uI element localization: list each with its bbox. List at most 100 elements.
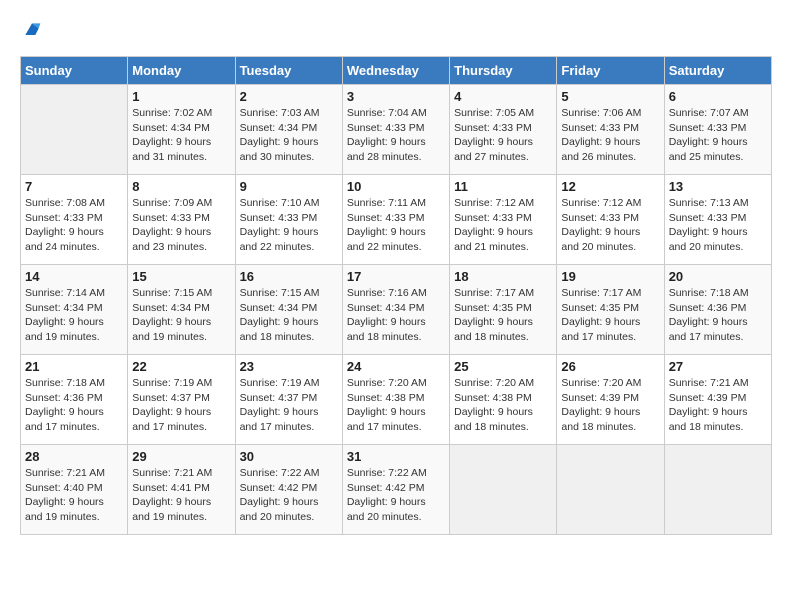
day-info: Sunrise: 7:21 AMSunset: 4:41 PMDaylight:…: [132, 466, 230, 525]
calendar-cell: 20 Sunrise: 7:18 AMSunset: 4:36 PMDayligh…: [664, 265, 771, 355]
day-header-saturday: Saturday: [664, 57, 771, 85]
day-header-tuesday: Tuesday: [235, 57, 342, 85]
calendar-cell: 12Sunrise: 7:12 AMSunset: 4:33 PMDayligh…: [557, 175, 664, 265]
calendar-week-row: 28 Sunrise: 7:21 AMSunset: 4:40 PMDayligh…: [21, 445, 772, 535]
calendar-cell: 24 Sunrise: 7:20 AMSunset: 4:38 PMDayligh…: [342, 355, 449, 445]
day-number: 31: [347, 449, 445, 464]
day-info: Sunrise: 7:18 AMSunset: 4:36 PMDaylight:…: [25, 376, 123, 435]
calendar-cell: 25 Sunrise: 7:20 AMSunset: 4:38 PMDayligh…: [450, 355, 557, 445]
calendar-cell: 31 Sunrise: 7:22 AMSunset: 4:42 PMDayligh…: [342, 445, 449, 535]
day-info: Sunrise: 7:17 AMSunset: 4:35 PMDaylight:…: [561, 286, 659, 345]
day-info: Sunrise: 7:19 AMSunset: 4:37 PMDaylight:…: [132, 376, 230, 435]
day-info: Sunrise: 7:12 AMSunset: 4:33 PMDaylight:…: [561, 196, 659, 255]
calendar-cell: 19 Sunrise: 7:17 AMSunset: 4:35 PMDayligh…: [557, 265, 664, 355]
calendar-cell: 27 Sunrise: 7:21 AMSunset: 4:39 PMDayligh…: [664, 355, 771, 445]
day-number: 22: [132, 359, 230, 374]
day-info: Sunrise: 7:21 AMSunset: 4:40 PMDaylight:…: [25, 466, 123, 525]
day-number: 5: [561, 89, 659, 104]
day-number: 10: [347, 179, 445, 194]
calendar-cell: 3Sunrise: 7:04 AMSunset: 4:33 PMDaylight…: [342, 85, 449, 175]
calendar-cell: [664, 445, 771, 535]
day-number: 1: [132, 89, 230, 104]
calendar-cell: [450, 445, 557, 535]
calendar-cell: 13 Sunrise: 7:13 AMSunset: 4:33 PMDayligh…: [664, 175, 771, 265]
day-number: 15: [132, 269, 230, 284]
day-number: 29: [132, 449, 230, 464]
calendar-cell: 9 Sunrise: 7:10 AMSunset: 4:33 PMDaylight…: [235, 175, 342, 265]
calendar-header-row: SundayMondayTuesdayWednesdayThursdayFrid…: [21, 57, 772, 85]
day-info: Sunrise: 7:20 AMSunset: 4:39 PMDaylight:…: [561, 376, 659, 435]
calendar-cell: 17Sunrise: 7:16 AMSunset: 4:34 PMDayligh…: [342, 265, 449, 355]
day-number: 8: [132, 179, 230, 194]
day-number: 2: [240, 89, 338, 104]
day-info: Sunrise: 7:03 AMSunset: 4:34 PMDaylight:…: [240, 106, 338, 165]
calendar-table: SundayMondayTuesdayWednesdayThursdayFrid…: [20, 56, 772, 535]
day-number: 9: [240, 179, 338, 194]
day-info: Sunrise: 7:10 AMSunset: 4:33 PMDaylight:…: [240, 196, 338, 255]
calendar-cell: 29 Sunrise: 7:21 AMSunset: 4:41 PMDayligh…: [128, 445, 235, 535]
calendar-cell: 16 Sunrise: 7:15 AMSunset: 4:34 PMDayligh…: [235, 265, 342, 355]
day-number: 28: [25, 449, 123, 464]
day-number: 27: [669, 359, 767, 374]
day-info: Sunrise: 7:13 AMSunset: 4:33 PMDaylight:…: [669, 196, 767, 255]
day-number: 16: [240, 269, 338, 284]
calendar-cell: 11 Sunrise: 7:12 AMSunset: 4:33 PMDayligh…: [450, 175, 557, 265]
day-info: Sunrise: 7:12 AMSunset: 4:33 PMDaylight:…: [454, 196, 552, 255]
day-number: 30: [240, 449, 338, 464]
day-number: 19: [561, 269, 659, 284]
day-header-monday: Monday: [128, 57, 235, 85]
calendar-cell: 18Sunrise: 7:17 AMSunset: 4:35 PMDayligh…: [450, 265, 557, 355]
calendar-cell: 6 Sunrise: 7:07 AMSunset: 4:33 PMDaylight…: [664, 85, 771, 175]
calendar-cell: 28 Sunrise: 7:21 AMSunset: 4:40 PMDayligh…: [21, 445, 128, 535]
day-info: Sunrise: 7:21 AMSunset: 4:39 PMDaylight:…: [669, 376, 767, 435]
day-number: 20: [669, 269, 767, 284]
calendar-cell: 1 Sunrise: 7:02 AMSunset: 4:34 PMDaylight…: [128, 85, 235, 175]
day-number: 13: [669, 179, 767, 194]
calendar-week-row: 1 Sunrise: 7:02 AMSunset: 4:34 PMDaylight…: [21, 85, 772, 175]
day-info: Sunrise: 7:14 AMSunset: 4:34 PMDaylight:…: [25, 286, 123, 345]
day-header-wednesday: Wednesday: [342, 57, 449, 85]
day-info: Sunrise: 7:15 AMSunset: 4:34 PMDaylight:…: [240, 286, 338, 345]
day-number: 21: [25, 359, 123, 374]
day-number: 25: [454, 359, 552, 374]
calendar-cell: 10 Sunrise: 7:11 AMSunset: 4:33 PMDayligh…: [342, 175, 449, 265]
day-info: Sunrise: 7:07 AMSunset: 4:33 PMDaylight:…: [669, 106, 767, 165]
day-info: Sunrise: 7:17 AMSunset: 4:35 PMDaylight:…: [454, 286, 552, 345]
day-header-friday: Friday: [557, 57, 664, 85]
day-header-sunday: Sunday: [21, 57, 128, 85]
day-info: Sunrise: 7:05 AMSunset: 4:33 PMDaylight:…: [454, 106, 552, 165]
logo: [20, 20, 42, 40]
calendar-cell: [21, 85, 128, 175]
calendar-cell: 15Sunrise: 7:15 AMSunset: 4:34 PMDayligh…: [128, 265, 235, 355]
calendar-cell: 7 Sunrise: 7:08 AMSunset: 4:33 PMDaylight…: [21, 175, 128, 265]
day-number: 26: [561, 359, 659, 374]
day-info: Sunrise: 7:20 AMSunset: 4:38 PMDaylight:…: [454, 376, 552, 435]
calendar-week-row: 7 Sunrise: 7:08 AMSunset: 4:33 PMDaylight…: [21, 175, 772, 265]
day-number: 6: [669, 89, 767, 104]
calendar-week-row: 21 Sunrise: 7:18 AMSunset: 4:36 PMDayligh…: [21, 355, 772, 445]
day-info: Sunrise: 7:09 AMSunset: 4:33 PMDaylight:…: [132, 196, 230, 255]
day-info: Sunrise: 7:20 AMSunset: 4:38 PMDaylight:…: [347, 376, 445, 435]
day-number: 24: [347, 359, 445, 374]
calendar-cell: 4 Sunrise: 7:05 AMSunset: 4:33 PMDaylight…: [450, 85, 557, 175]
day-number: 4: [454, 89, 552, 104]
day-info: Sunrise: 7:02 AMSunset: 4:34 PMDaylight:…: [132, 106, 230, 165]
day-number: 7: [25, 179, 123, 194]
day-number: 14: [25, 269, 123, 284]
calendar-cell: 26 Sunrise: 7:20 AMSunset: 4:39 PMDayligh…: [557, 355, 664, 445]
day-info: Sunrise: 7:22 AMSunset: 4:42 PMDaylight:…: [347, 466, 445, 525]
calendar-cell: 30 Sunrise: 7:22 AMSunset: 4:42 PMDayligh…: [235, 445, 342, 535]
day-header-thursday: Thursday: [450, 57, 557, 85]
calendar-cell: 8 Sunrise: 7:09 AMSunset: 4:33 PMDaylight…: [128, 175, 235, 265]
day-info: Sunrise: 7:11 AMSunset: 4:33 PMDaylight:…: [347, 196, 445, 255]
day-info: Sunrise: 7:08 AMSunset: 4:33 PMDaylight:…: [25, 196, 123, 255]
calendar-cell: 5Sunrise: 7:06 AMSunset: 4:33 PMDaylight…: [557, 85, 664, 175]
day-number: 3: [347, 89, 445, 104]
day-info: Sunrise: 7:18 AMSunset: 4:36 PMDaylight:…: [669, 286, 767, 345]
day-number: 11: [454, 179, 552, 194]
day-info: Sunrise: 7:22 AMSunset: 4:42 PMDaylight:…: [240, 466, 338, 525]
calendar-cell: 2 Sunrise: 7:03 AMSunset: 4:34 PMDaylight…: [235, 85, 342, 175]
logo-icon: [22, 20, 42, 40]
day-info: Sunrise: 7:19 AMSunset: 4:37 PMDaylight:…: [240, 376, 338, 435]
page-header: [20, 20, 772, 40]
